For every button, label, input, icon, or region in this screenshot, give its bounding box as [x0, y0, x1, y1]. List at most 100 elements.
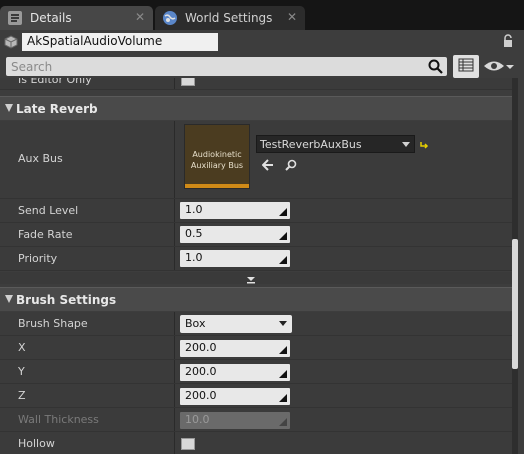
- priority-value: 1.0: [185, 251, 203, 264]
- column-divider: [174, 360, 175, 383]
- tab-bar: Details ✕ World Settings ✕: [0, 0, 524, 30]
- send-level-input[interactable]: 1.0: [180, 202, 290, 219]
- volume-actor-icon: [4, 35, 18, 49]
- resize-corner-icon: [279, 254, 287, 264]
- chevron-down-icon: [279, 321, 287, 326]
- column-divider: [174, 199, 175, 222]
- property-row-priority: Priority 1.0: [0, 247, 514, 271]
- x-input[interactable]: 200.0: [180, 340, 290, 357]
- z-value: 200.0: [185, 389, 217, 402]
- resize-corner-icon: [279, 392, 287, 402]
- expand-arrow-icon: [5, 295, 13, 303]
- thumbnail-label: Audiokinetic Auxiliary Bus: [190, 150, 244, 170]
- property-list: Is Editor Only Late Reverb Aux Bus Audio…: [0, 78, 514, 454]
- resize-corner-icon: [279, 230, 287, 240]
- resize-corner-icon: [279, 344, 287, 354]
- column-divider: [174, 78, 175, 89]
- tab-details[interactable]: Details ✕: [0, 6, 153, 30]
- details-panel: AkSpatialAudioVolume Is Editor Only: [0, 30, 524, 454]
- scrollbar[interactable]: [512, 78, 518, 454]
- y-input[interactable]: 200.0: [180, 364, 290, 381]
- browse-icon[interactable]: [285, 159, 297, 171]
- z-input[interactable]: 200.0: [180, 388, 290, 405]
- brush-shape-dropdown[interactable]: Box: [180, 315, 292, 333]
- column-divider: [174, 121, 175, 198]
- column-divider: [174, 384, 175, 407]
- category-brush-settings[interactable]: Brush Settings: [0, 287, 514, 311]
- actor-name-field[interactable]: AkSpatialAudioVolume: [22, 33, 218, 51]
- fade-rate-input[interactable]: 0.5: [180, 226, 290, 243]
- search-input[interactable]: [6, 57, 426, 76]
- lock-icon[interactable]: [502, 34, 514, 48]
- advanced-expander[interactable]: [0, 272, 514, 284]
- resize-corner-icon: [279, 206, 287, 216]
- chevron-down-icon: [246, 274, 256, 284]
- wall-thickness-value: 10.0: [185, 413, 210, 426]
- tab-world-settings-label: World Settings: [185, 11, 273, 25]
- property-label: Send Level: [18, 204, 79, 217]
- globe-icon: [161, 10, 179, 26]
- expand-arrow-icon: [5, 104, 13, 112]
- property-label: Priority: [18, 252, 58, 265]
- column-divider: [174, 247, 175, 270]
- view-options-button[interactable]: [483, 59, 519, 75]
- property-row-hollow: Hollow: [0, 432, 514, 454]
- property-label: Wall Thickness: [18, 413, 99, 426]
- category-title: Brush Settings: [16, 293, 117, 307]
- resize-corner-icon: [279, 368, 287, 378]
- hollow-checkbox[interactable]: [181, 438, 195, 450]
- search-box: [6, 57, 447, 76]
- brush-shape-value: Box: [185, 317, 206, 330]
- property-row-z: Z 200.0: [0, 384, 514, 408]
- resize-corner-icon: [279, 416, 287, 426]
- chevron-down-icon: [505, 61, 515, 74]
- column-divider: [174, 408, 175, 431]
- property-label: Y: [18, 365, 25, 378]
- property-label: Hollow: [18, 437, 55, 450]
- asset-color-bar: [185, 184, 249, 188]
- details-icon: [6, 10, 24, 26]
- property-label: Is Editor Only: [18, 78, 92, 86]
- property-row-fade-rate: Fade Rate 0.5: [0, 223, 514, 247]
- property-label: Brush Shape: [18, 317, 88, 330]
- aux-bus-asset-picker[interactable]: TestReverbAuxBus: [256, 135, 415, 153]
- x-value: 200.0: [185, 341, 217, 354]
- property-row-y: Y 200.0: [0, 360, 514, 384]
- wall-thickness-input: 10.0: [180, 412, 290, 429]
- grid-icon: [458, 58, 474, 75]
- column-divider: [174, 432, 175, 454]
- eye-icon: [483, 59, 505, 76]
- property-matrix-button[interactable]: [453, 55, 479, 78]
- y-value: 200.0: [185, 365, 217, 378]
- property-label: Fade Rate: [18, 228, 73, 241]
- send-level-value: 1.0: [185, 203, 203, 216]
- category-title: Late Reverb: [16, 102, 98, 116]
- property-label: X: [18, 341, 26, 354]
- close-icon[interactable]: ✕: [287, 10, 297, 24]
- reset-to-default-icon[interactable]: [419, 140, 429, 150]
- aux-bus-value: TestReverbAuxBus: [260, 138, 362, 151]
- priority-input[interactable]: 1.0: [180, 250, 290, 267]
- scrollbar-thumb[interactable]: [512, 239, 518, 369]
- chevron-down-icon: [402, 142, 410, 147]
- search-icon[interactable]: [428, 59, 443, 74]
- property-label: Z: [18, 389, 26, 402]
- property-label: Aux Bus: [18, 152, 63, 165]
- fade-rate-value: 0.5: [185, 227, 203, 240]
- use-selected-icon[interactable]: [261, 159, 274, 171]
- column-divider: [174, 223, 175, 246]
- is-editor-only-checkbox[interactable]: [181, 78, 195, 86]
- property-row-aux-bus: Aux Bus: [0, 121, 514, 199]
- category-late-reverb[interactable]: Late Reverb: [0, 96, 514, 120]
- property-row-wall-thickness: Wall Thickness 10.0: [0, 408, 514, 432]
- property-row-is-editor-only: Is Editor Only: [0, 78, 514, 90]
- close-icon[interactable]: ✕: [135, 10, 145, 24]
- tab-world-settings[interactable]: World Settings ✕: [155, 6, 305, 30]
- column-divider: [174, 336, 175, 359]
- tab-details-label: Details: [30, 11, 72, 25]
- property-row-send-level: Send Level 1.0: [0, 199, 514, 223]
- property-row-brush-shape: Brush Shape Box: [0, 312, 514, 336]
- aux-bus-thumbnail[interactable]: Audiokinetic Auxiliary Bus: [184, 124, 250, 189]
- column-divider: [174, 312, 175, 335]
- actor-bar: AkSpatialAudioVolume: [0, 30, 524, 54]
